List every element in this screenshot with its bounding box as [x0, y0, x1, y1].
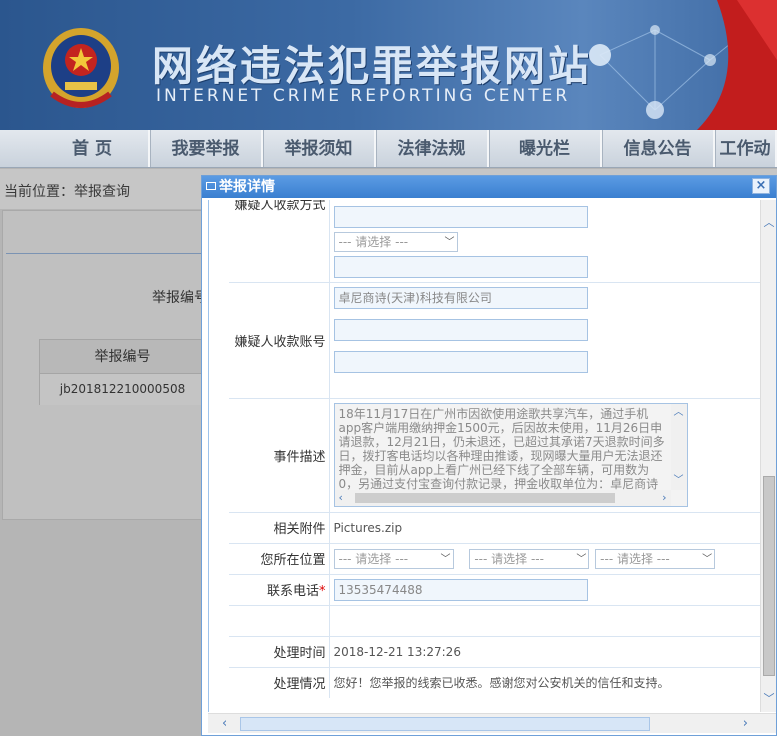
description-textarea[interactable]: 18年11月17日在广州市因欲使用途歌共享汽车，通过手机app客户端用缴纳押金1… — [333, 403, 688, 507]
dialog-vscroll[interactable]: ︿ ﹀ — [760, 200, 776, 712]
chevron-right-icon[interactable]: › — [743, 716, 748, 731]
table-row[interactable]: jb201812210000508 — [40, 374, 205, 405]
nav-item-1[interactable]: 我要举报 — [150, 130, 263, 167]
nav-item-5[interactable]: 信息公告 — [602, 130, 715, 167]
payment-method-input-2[interactable] — [333, 256, 588, 278]
processed-time-label: 处理时间 — [229, 635, 330, 667]
breadcrumb: 当前位置：举报查询 — [4, 184, 130, 200]
nav-item-4[interactable]: 曝光栏 — [489, 130, 602, 167]
vscroll-thumb[interactable] — [763, 476, 775, 676]
processing-label: 处理情况 — [229, 666, 330, 698]
site-title: 网络违法犯罪举报网站 — [152, 42, 592, 90]
header-banner: 网络违法犯罪举报网站 INTERNET CRIME REPORTING CENT… — [0, 0, 777, 130]
account-input-3[interactable] — [333, 350, 588, 373]
processing-value: 您好！您举报的线索已收悉。感谢您对公安机关的信任和支持。 — [329, 666, 761, 698]
account-input-1[interactable]: 卓尼商诗(天津)科技有限公司 — [333, 286, 588, 309]
phone-label: 联系电话 — [266, 584, 319, 599]
site-subtitle: INTERNET CRIME REPORTING CENTER — [156, 86, 571, 106]
dialog-body[interactable]: 嫌疑人收款方式 --- 请选择 --- ﹀ 嫌疑人收款账号 卓尼商诗(天津)科技有… — [208, 200, 776, 712]
province-select[interactable]: --- 请选择 --- ﹀ — [333, 548, 454, 569]
chevron-left-icon: ‹ — [338, 491, 343, 504]
textarea-vscroll[interactable]: ︿ ﹀ — [670, 404, 687, 490]
chevron-down-icon: ﹀ — [576, 553, 587, 565]
textarea-hscroll[interactable]: ‹ › — [334, 490, 671, 506]
nav-item-2[interactable]: 举报须知 — [263, 130, 376, 167]
empty-label — [229, 604, 330, 636]
table-header: 举报编号 — [40, 340, 205, 374]
payment-method-label: 嫌疑人收款方式 — [234, 200, 326, 213]
attachment-link[interactable]: Pictures.zip — [329, 511, 761, 543]
report-detail-dialog: 举报详情 × 嫌疑人收款方式 --- 请选择 --- ﹀ 嫌疑人收款账号 卓尼商… — [201, 175, 777, 736]
description-label: 事件描述 — [229, 397, 330, 512]
district-select[interactable]: --- 请选择 --- ﹀ — [595, 548, 716, 569]
payment-method-input-1[interactable] — [333, 206, 588, 228]
attachment-label: 相关附件 — [229, 511, 330, 543]
divider — [6, 253, 206, 254]
chevron-down-icon[interactable]: ﹀ — [763, 690, 775, 705]
phone-input[interactable]: 13535474488 — [333, 578, 588, 601]
nav-item-6[interactable]: 工作动 — [715, 130, 777, 167]
chevron-up-icon[interactable]: ︿ — [763, 214, 775, 229]
chevron-up-icon: ︿ — [673, 407, 684, 418]
chevron-down-icon: ﹀ — [702, 553, 713, 565]
close-button[interactable]: × — [752, 178, 770, 194]
nav-item-0[interactable]: 首 页 — [0, 130, 150, 167]
page: 网络违法犯罪举报网站 INTERNET CRIME REPORTING CENT… — [0, 0, 777, 736]
results-table: 举报编号 jb201812210000508 — [39, 339, 206, 405]
chevron-down-icon: ﹀ — [673, 475, 684, 486]
location-label: 您所在位置 — [229, 542, 330, 574]
city-select[interactable]: --- 请选择 --- ﹀ — [469, 548, 590, 569]
dialog-hscroll[interactable]: ‹ › — [208, 713, 776, 733]
police-emblem-icon — [43, 28, 119, 108]
account-label: 嫌疑人收款账号 — [229, 281, 330, 398]
processed-time-value: 2018-12-21 13:27:26 — [329, 635, 761, 667]
chevron-down-icon: ﹀ — [444, 237, 455, 248]
flag-graphic — [697, 0, 777, 130]
detail-form: 嫌疑人收款方式 --- 请选择 --- ﹀ 嫌疑人收款账号 卓尼商诗(天津)科技有… — [229, 200, 761, 698]
payment-method-select[interactable]: --- 请选择 --- ﹀ — [333, 232, 458, 252]
account-input-2[interactable] — [333, 318, 588, 341]
chevron-down-icon: ﹀ — [440, 553, 451, 565]
report-number-label: 举报编号 — [152, 290, 208, 306]
dialog-title: 举报详情 — [219, 179, 275, 195]
hscroll-thumb[interactable] — [240, 717, 650, 731]
chevron-left-icon[interactable]: ‹ — [222, 716, 227, 731]
dialog-header[interactable]: 举报详情 × — [202, 176, 776, 198]
chevron-right-icon: › — [662, 491, 667, 504]
main-nav: 首 页我要举报 举报须知 法律法规 曝光栏 信息公告 工作动 — [0, 130, 777, 168]
empty-value — [329, 604, 761, 636]
window-icon — [206, 182, 216, 190]
nav-item-3[interactable]: 法律法规 — [376, 130, 489, 167]
required-marker: * — [319, 584, 326, 599]
